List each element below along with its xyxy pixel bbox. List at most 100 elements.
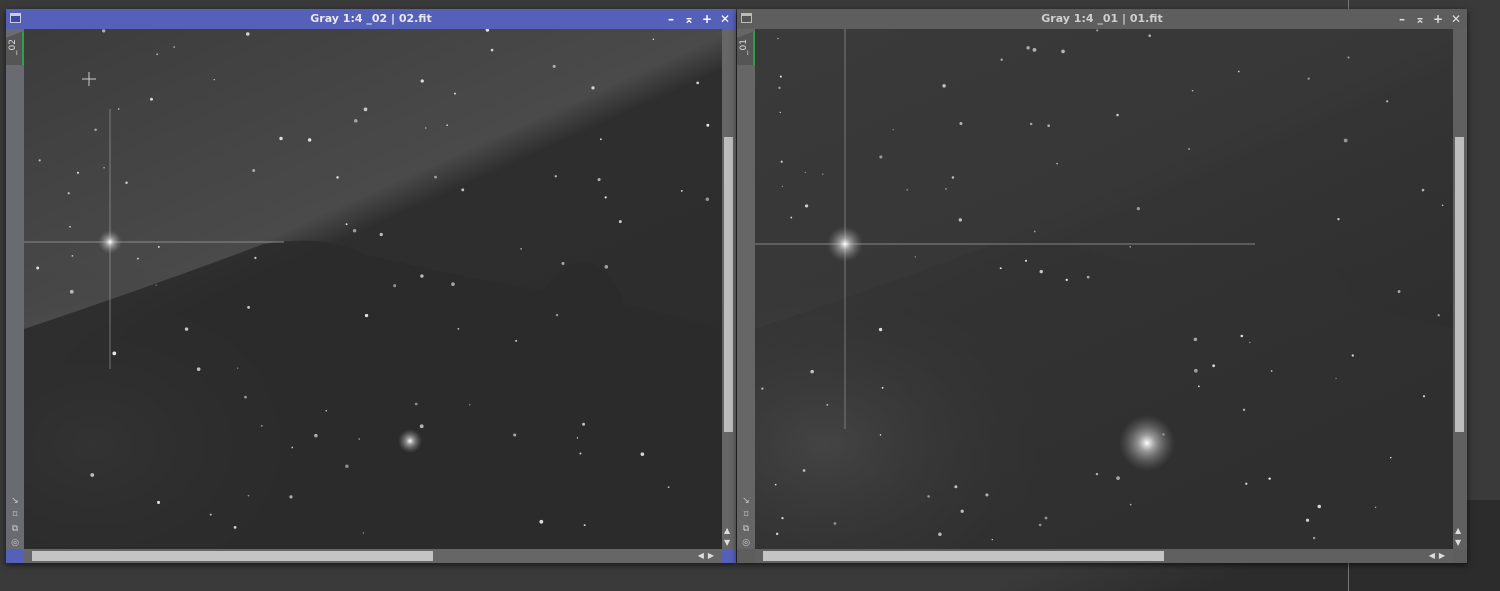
star: [1000, 58, 1003, 61]
star: [420, 274, 424, 278]
star: [552, 64, 556, 68]
star: [1270, 370, 1273, 372]
star: [999, 267, 1002, 270]
star: [252, 169, 256, 173]
star: [1317, 504, 1321, 509]
shade-button[interactable]: ⌅: [684, 11, 694, 27]
star: [938, 532, 942, 537]
star: [802, 469, 806, 472]
star: [1437, 314, 1440, 317]
fit-view-icon[interactable]: ⌑: [740, 510, 752, 521]
star: [1237, 70, 1240, 73]
star: [1193, 368, 1198, 373]
vertical-scrollbar[interactable]: ▲ ▼: [722, 29, 736, 549]
maximize-button[interactable]: +: [1433, 11, 1443, 27]
horizontal-scrollbar[interactable]: ◀▶: [24, 549, 722, 563]
vertical-scroll-thumb[interactable]: [1455, 137, 1464, 433]
clone-view-icon[interactable]: ⧉: [9, 524, 21, 535]
star: [604, 196, 607, 199]
mask-icon[interactable]: ◎: [740, 538, 752, 549]
clone-view-icon[interactable]: ⧉: [740, 524, 752, 535]
horizontal-scrollbar[interactable]: ◀▶: [755, 549, 1453, 563]
star: [597, 178, 601, 182]
star: [362, 532, 365, 534]
star: [706, 123, 710, 127]
zoom-to-fit-icon[interactable]: ↘: [740, 496, 752, 507]
scroll-right-arrow[interactable]: ▶: [1439, 551, 1449, 560]
window-title: Gray 1:4 _02 | 02.fit: [310, 12, 432, 25]
close-button[interactable]: ✕: [1451, 11, 1461, 27]
image-window-02[interactable]: Gray 1:4 _02 | 02.fit – ⌅ + ✕ _02 ↘ ⌑ ⧉ …: [6, 9, 736, 563]
title-bar[interactable]: Gray 1:4 _01 | 01.fit – ⌅ + ✕: [737, 9, 1467, 29]
star: [184, 327, 189, 331]
star: [1374, 506, 1377, 509]
zoom-to-fit-icon[interactable]: ↘: [9, 496, 21, 507]
star: [892, 129, 894, 131]
star: [1242, 408, 1246, 412]
maximize-button[interactable]: +: [702, 11, 712, 27]
close-button[interactable]: ✕: [720, 11, 730, 27]
star: [434, 175, 437, 179]
star: [354, 119, 358, 123]
bright-star-alnitak: [827, 226, 863, 262]
workspace-guide: [1348, 0, 1349, 9]
scroll-left-arrow[interactable]: ◀: [1429, 551, 1439, 560]
star: [1347, 56, 1350, 59]
star: [1335, 377, 1337, 379]
star: [345, 464, 349, 469]
star: [555, 313, 559, 317]
mask-icon[interactable]: ◎: [9, 538, 21, 549]
scroll-left-arrow[interactable]: ◀: [698, 551, 708, 560]
star: [38, 159, 41, 162]
image-window-01[interactable]: Gray 1:4 _01 | 01.fit – ⌅ + ✕ _01 ↘ ⌑ ⧉ …: [737, 9, 1467, 563]
star: [453, 92, 456, 95]
vertical-scroll-thumb[interactable]: [724, 137, 733, 433]
star: [244, 395, 247, 399]
star: [307, 138, 312, 142]
horizontal-scroll-thumb[interactable]: [32, 551, 433, 561]
title-bar[interactable]: Gray 1:4 _02 | 02.fit – ⌅ + ✕: [6, 9, 736, 29]
star: [233, 525, 237, 529]
shade-button[interactable]: ⌅: [1415, 11, 1425, 27]
star: [289, 495, 293, 499]
star: [774, 483, 777, 486]
star: [260, 424, 263, 427]
star: [490, 48, 494, 52]
star: [236, 367, 239, 369]
star: [136, 257, 139, 260]
star: [879, 155, 883, 159]
star: [352, 228, 357, 233]
star: [1116, 113, 1119, 117]
star: [879, 434, 882, 436]
scroll-up-arrow[interactable]: ▲: [724, 526, 730, 535]
star: [1129, 503, 1132, 506]
image-canvas[interactable]: [24, 29, 722, 549]
vertical-scrollbar[interactable]: ▲ ▼: [1453, 29, 1467, 549]
scroll-up-arrow[interactable]: ▲: [1455, 526, 1461, 535]
star: [1024, 259, 1028, 262]
image-canvas[interactable]: [755, 29, 1453, 549]
scroll-right-arrow[interactable]: ▶: [708, 551, 718, 560]
star: [822, 173, 824, 175]
star: [1044, 516, 1048, 520]
scroll-down-arrow[interactable]: ▼: [724, 538, 730, 547]
scroll-down-arrow[interactable]: ▼: [1455, 538, 1461, 547]
star: [1116, 476, 1120, 480]
star: [583, 524, 586, 527]
star: [1033, 230, 1036, 233]
star: [927, 495, 930, 498]
fit-view-icon[interactable]: ⌑: [9, 510, 21, 521]
star: [102, 29, 106, 33]
star: [958, 218, 963, 222]
star: [1307, 77, 1310, 80]
star: [457, 327, 460, 330]
star: [246, 32, 250, 36]
minimize-button[interactable]: –: [666, 11, 676, 27]
horizontal-scroll-thumb[interactable]: [763, 551, 1164, 561]
star: [667, 486, 670, 489]
minimize-button[interactable]: –: [1397, 11, 1407, 27]
star: [469, 404, 471, 406]
star: [1421, 188, 1425, 192]
star: [446, 124, 448, 127]
bright-star-alnitak: [98, 230, 122, 254]
